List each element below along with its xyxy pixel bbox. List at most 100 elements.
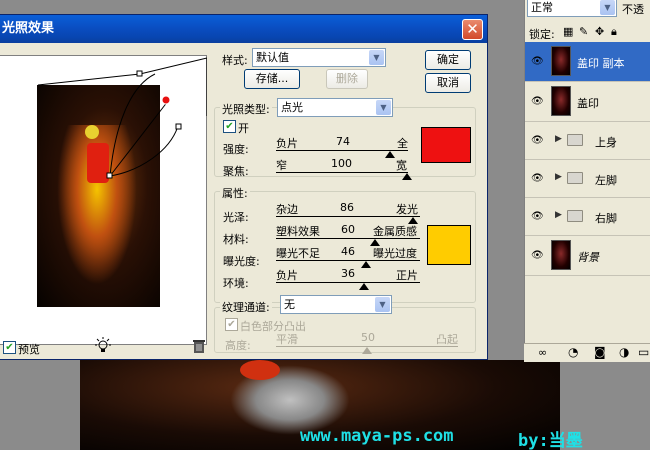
layer-row[interactable]: 👁︎ 盖印 副本 (525, 42, 650, 82)
eye-icon[interactable]: 👁︎ (531, 97, 545, 107)
layer-group-row[interactable]: 👁︎ ▶ 右脚 (525, 198, 650, 236)
adjustment-icon[interactable]: ◑ (619, 345, 629, 359)
focus-label: 聚焦: (223, 165, 249, 178)
expand-triangle-icon[interactable]: ▶ (555, 172, 562, 182)
light-handle-right[interactable] (175, 123, 182, 130)
ambience-max: 正片 (396, 269, 418, 282)
focus-value: 100 (331, 157, 352, 170)
exposure-value: 46 (341, 245, 355, 258)
eye-icon[interactable]: 👁︎ (531, 212, 545, 222)
chevron-down-icon: ▼ (600, 0, 615, 15)
blend-mode-select[interactable]: 正常 ▼ (527, 0, 617, 17)
layer-name: 盖印 (577, 97, 599, 110)
exposure-min: 曝光不足 (276, 247, 320, 260)
material-slider-track[interactable] (276, 238, 420, 239)
layer-thumbnail (551, 46, 571, 76)
light-type-label: 光照类型: (220, 101, 272, 117)
folder-icon (567, 172, 583, 184)
layer-thumbnail (551, 240, 571, 270)
focus-slider-track[interactable] (276, 172, 408, 173)
intensity-max: 全 (397, 137, 408, 150)
height-slider-thumb[interactable] (362, 347, 372, 354)
fx-icon[interactable]: ◔ (568, 345, 578, 359)
white-high-checkbox[interactable]: ✔ (225, 318, 238, 331)
light-color-swatch[interactable] (421, 127, 471, 163)
light-on-checkbox[interactable]: ✔ (223, 120, 236, 133)
style-select[interactable]: 默认值 ▼ (252, 48, 386, 67)
figure-shoe (240, 360, 280, 380)
height-label: 高度: (225, 339, 251, 352)
close-icon[interactable]: ✕ (462, 19, 483, 40)
lock-all-icon[interactable]: 🔒︎ (611, 25, 617, 39)
layer-group-row[interactable]: 👁︎ ▶ 左脚 (525, 160, 650, 198)
lighting-effects-dialog: 光照效果 ✕ ✔ 预览 样式: 默认值 ▼ 存储... 删除 确定 取消 光照类… (0, 14, 488, 360)
light-type-value: 点光 (281, 101, 303, 114)
gloss-value: 86 (340, 201, 354, 214)
ambient-color-swatch[interactable] (427, 225, 471, 265)
exposure-slider-thumb[interactable] (361, 261, 371, 268)
light-on-label: 开 (238, 122, 249, 135)
light-focus-handle[interactable] (161, 95, 171, 105)
group-name: 左脚 (595, 174, 617, 187)
exposure-slider-track[interactable] (276, 260, 420, 261)
ambience-value: 36 (341, 267, 355, 280)
new-group-icon[interactable]: ▭ (638, 345, 649, 359)
layer-row[interactable]: 👁︎ 盖印 (525, 82, 650, 122)
material-max: 金属质感 (373, 225, 417, 238)
lightbulb-icon[interactable] (94, 337, 112, 355)
exposure-label: 曝光度: (223, 255, 260, 268)
ambience-slider-thumb[interactable] (359, 283, 369, 290)
light-handle-center[interactable] (106, 172, 113, 179)
gloss-min: 杂边 (276, 203, 298, 216)
cancel-button[interactable]: 取消 (425, 73, 471, 93)
eye-icon[interactable]: 👁︎ (531, 136, 545, 146)
expand-triangle-icon[interactable]: ▶ (555, 210, 562, 220)
height-min: 平滑 (276, 333, 298, 346)
dialog-titlebar[interactable]: 光照效果 ✕ (0, 15, 487, 43)
light-ellipse-overlay[interactable] (0, 56, 207, 346)
ambience-min: 负片 (276, 269, 298, 282)
eye-icon[interactable]: 👁︎ (531, 57, 545, 67)
preview-label: 预览 (18, 343, 40, 356)
expand-triangle-icon[interactable]: ▶ (555, 134, 562, 144)
delete-button[interactable]: 删除 (326, 69, 368, 89)
link-icon[interactable]: ∞ (538, 346, 547, 359)
texture-value: 无 (284, 298, 295, 311)
light-type-select[interactable]: 点光 ▼ (277, 98, 393, 117)
focus-min: 窄 (276, 159, 287, 172)
style-label: 样式: (222, 54, 248, 67)
light-handle-top[interactable] (136, 70, 143, 77)
layer-row[interactable]: 👁︎ 背景 (525, 236, 650, 276)
gloss-label: 光泽: (223, 211, 249, 224)
folder-icon (567, 134, 583, 146)
ok-button[interactable]: 确定 (425, 50, 471, 70)
eye-icon[interactable]: 👁︎ (531, 174, 545, 184)
mask-icon[interactable]: ◙ (594, 345, 606, 359)
preview-checkbox[interactable]: ✔ (3, 341, 16, 354)
trash-icon[interactable] (192, 338, 206, 354)
layer-group-row[interactable]: 👁︎ ▶ 上身 (525, 122, 650, 160)
height-value: 50 (361, 331, 375, 344)
lock-label: 锁定: (529, 28, 555, 41)
folder-icon (567, 210, 583, 222)
layer-name: 背景 (577, 251, 599, 264)
preview-area[interactable] (0, 55, 207, 345)
focus-slider-thumb[interactable] (402, 173, 412, 180)
material-label: 材料: (223, 233, 249, 246)
texture-select[interactable]: 无 ▼ (280, 295, 392, 314)
material-value: 60 (341, 223, 355, 236)
layers-bottom-bar: ∞ ◔ ◙ ◑ ▭ (524, 343, 650, 362)
lock-move-icon[interactable]: ✥ (595, 25, 604, 38)
chevron-down-icon: ▼ (376, 100, 391, 115)
intensity-slider-thumb[interactable] (385, 151, 395, 158)
gloss-max: 发光 (396, 203, 418, 216)
gloss-slider-track[interactable] (276, 216, 420, 217)
save-button[interactable]: 存储... (244, 69, 300, 89)
eye-icon[interactable]: 👁︎ (531, 251, 545, 261)
ambience-slider-track[interactable] (276, 282, 420, 283)
intensity-min: 负片 (276, 137, 298, 150)
layer-name: 盖印 副本 (577, 57, 625, 70)
lock-transparent-icon[interactable]: ▦ (563, 25, 573, 38)
lock-brush-icon[interactable]: ✎ (579, 25, 588, 38)
properties-label: 属性: (220, 185, 250, 201)
